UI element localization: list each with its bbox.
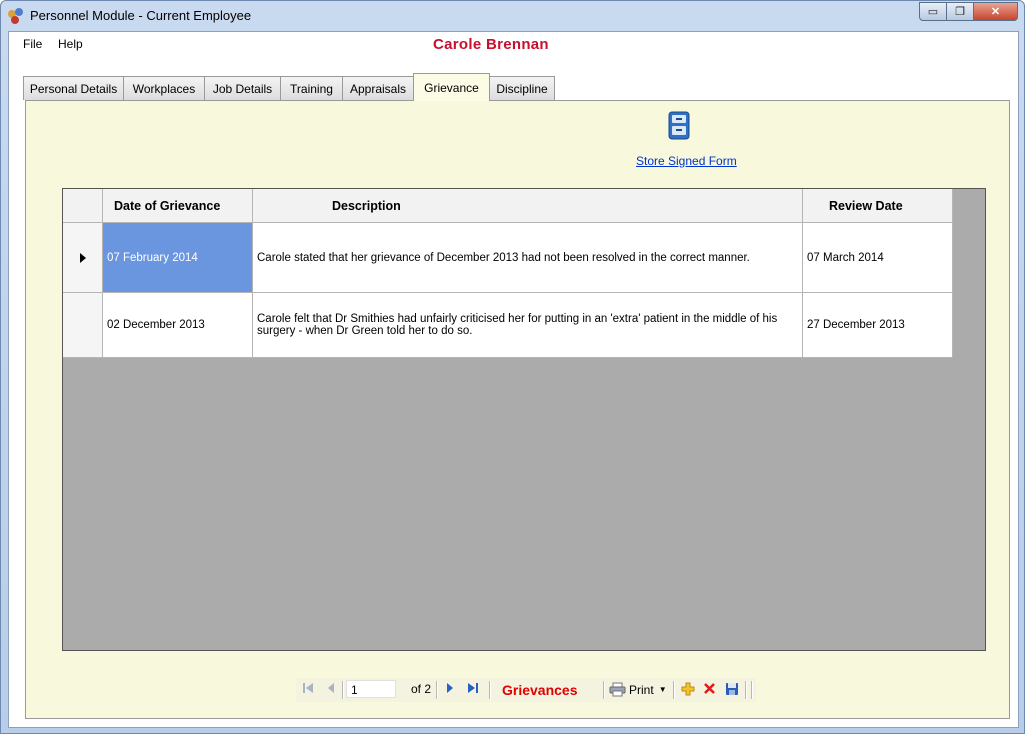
cell-description[interactable]: Carole stated that her grievance of Dece… xyxy=(253,223,803,293)
tab-personal-details[interactable]: Personal Details xyxy=(23,76,124,100)
table-row[interactable]: 07 February 2014 Carole stated that her … xyxy=(63,223,953,293)
close-icon: ✕ xyxy=(990,6,1001,18)
chevron-down-icon: ▼ xyxy=(658,685,667,694)
separator xyxy=(603,681,605,699)
grievance-panel: Store Signed Form Date of Grievance Desc… xyxy=(25,100,1010,719)
tab-discipline[interactable]: Discipline xyxy=(489,76,555,100)
move-previous-button[interactable] xyxy=(326,682,336,694)
add-new-button[interactable] xyxy=(681,682,695,696)
column-header-description[interactable]: Description xyxy=(253,189,803,223)
navigator-title: Grievances xyxy=(502,682,578,698)
move-previous-icon xyxy=(328,683,334,693)
minimize-button[interactable]: ▭ xyxy=(919,2,947,21)
move-next-button[interactable] xyxy=(445,682,455,694)
store-signed-form-link[interactable]: Store Signed Form xyxy=(636,154,737,168)
tab-grievance[interactable]: Grievance xyxy=(413,73,490,101)
separator xyxy=(436,681,438,699)
print-label: Print xyxy=(629,682,654,697)
tab-workplaces[interactable]: Workplaces xyxy=(123,76,205,100)
separator xyxy=(342,681,344,699)
row-header-corner xyxy=(63,189,103,223)
cell-review-date[interactable]: 27 December 2013 xyxy=(803,293,953,358)
store-form-icon[interactable] xyxy=(667,111,691,141)
print-button[interactable]: Print ▼ xyxy=(609,682,667,697)
tab-appraisals[interactable]: Appraisals xyxy=(342,76,414,100)
move-last-button[interactable] xyxy=(467,682,479,694)
menu-file[interactable]: File xyxy=(23,37,42,51)
current-row-indicator-icon[interactable] xyxy=(63,223,103,293)
move-next-icon xyxy=(447,683,453,693)
maximize-button[interactable]: ❐ xyxy=(946,2,974,21)
separator xyxy=(489,681,491,699)
save-button[interactable] xyxy=(725,682,739,696)
people-icon xyxy=(8,8,24,24)
position-input[interactable]: 1 xyxy=(346,680,396,698)
cell-review-date[interactable]: 07 March 2014 xyxy=(803,223,953,293)
separator xyxy=(673,681,675,699)
menu-help[interactable]: Help xyxy=(58,37,83,51)
delete-icon xyxy=(704,683,715,694)
move-first-button[interactable] xyxy=(302,682,314,694)
app-window: Personnel Module - Current Employee ▭ ❐ … xyxy=(0,0,1025,734)
title-bar[interactable]: Personnel Module - Current Employee ▭ ❐ … xyxy=(1,1,1024,31)
save-icon xyxy=(726,683,738,695)
printer-icon xyxy=(609,682,626,697)
grid-header: Date of Grievance Description Review Dat… xyxy=(63,189,953,223)
client-area: File Help Carole Brennan Personal Detail… xyxy=(8,31,1019,728)
table-row[interactable]: 02 December 2013 Carole felt that Dr Smi… xyxy=(63,293,953,358)
restore-icon: ❐ xyxy=(955,6,965,18)
row-header[interactable] xyxy=(63,293,103,358)
minimize-icon: ▭ xyxy=(927,6,939,18)
employee-name: Carole Brennan xyxy=(433,36,549,53)
tab-training[interactable]: Training xyxy=(280,76,343,100)
count-label: of 2 xyxy=(411,682,432,696)
move-first-icon xyxy=(303,683,313,693)
separator xyxy=(745,681,747,699)
grip xyxy=(751,681,753,699)
menu-bar: File Help Carole Brennan xyxy=(9,32,1018,56)
delete-button[interactable] xyxy=(703,682,716,695)
cell-date[interactable]: 02 December 2013 xyxy=(103,293,253,358)
close-button[interactable]: ✕ xyxy=(973,2,1018,21)
window-controls: ▭ ❐ ✕ xyxy=(919,2,1018,21)
column-header-date[interactable]: Date of Grievance xyxy=(103,189,253,223)
move-last-icon xyxy=(468,683,478,693)
cell-date[interactable]: 07 February 2014 xyxy=(103,223,253,293)
tab-job-details[interactable]: Job Details xyxy=(204,76,281,100)
window-title: Personnel Module - Current Employee xyxy=(30,8,252,23)
add-icon xyxy=(681,682,695,696)
column-header-review-date[interactable]: Review Date xyxy=(803,189,953,223)
cell-description[interactable]: Carole felt that Dr Smithies had unfairl… xyxy=(253,293,803,358)
binding-navigator: 1 of 2 Grievances Print ▼ xyxy=(296,678,756,702)
grievance-grid: Date of Grievance Description Review Dat… xyxy=(62,188,986,651)
